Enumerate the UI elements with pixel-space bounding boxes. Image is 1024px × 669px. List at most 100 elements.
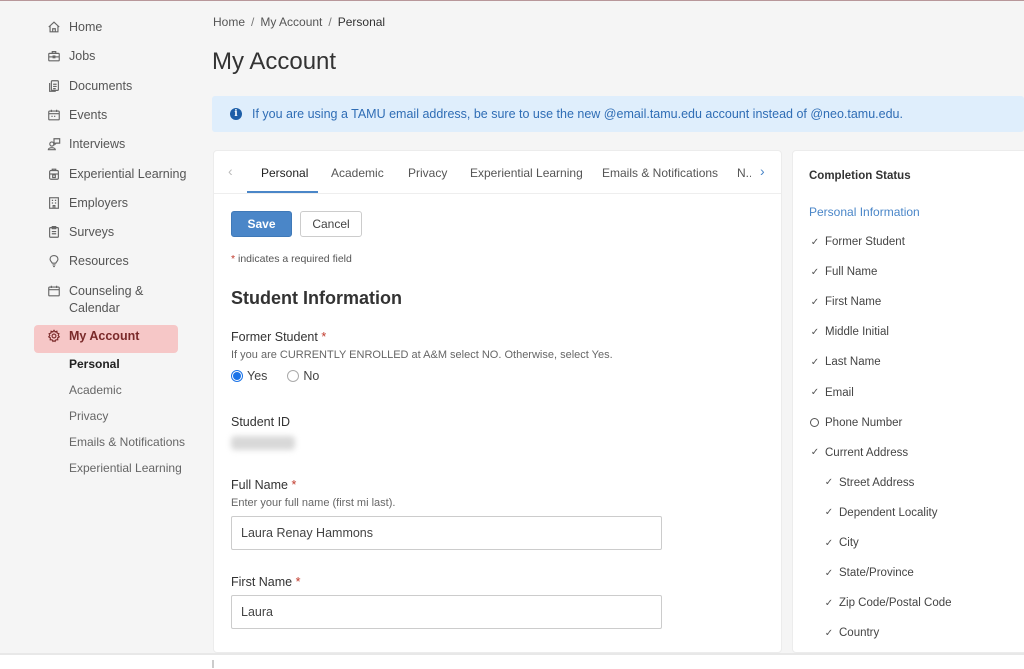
check-icon: ✓ (810, 296, 820, 308)
completion-item-label: Dependent Locality (839, 506, 938, 519)
bottom-bar (0, 653, 1024, 669)
sidebar-subitem-personal[interactable]: Personal (69, 357, 120, 371)
sidebar-item-label: Interviews (69, 137, 126, 151)
check-icon: ✓ (824, 477, 834, 489)
home-icon (46, 19, 62, 35)
briefcase-icon (46, 48, 62, 64)
radio-no[interactable]: No (287, 369, 319, 383)
tab-scroll-right-icon[interactable]: › (760, 163, 765, 179)
sidebar-item-jobs[interactable]: Jobs (46, 48, 95, 65)
active-tab-indicator (247, 191, 318, 193)
check-icon: ✓ (824, 597, 834, 609)
required-star: * (321, 330, 327, 344)
tab-scroll-left-icon[interactable]: ‹ (228, 163, 233, 179)
completion-item-label: Middle Initial (825, 326, 889, 339)
info-alert: i If you are using a TAMU email address,… (212, 96, 1024, 132)
tab-privacy[interactable]: Privacy (408, 166, 447, 180)
sidebar-subitem-experiential-learning[interactable]: Experiential Learning (69, 461, 182, 475)
sidebar-item-surveys[interactable]: Surveys (46, 224, 114, 241)
completion-item-label: State/Province (839, 567, 914, 580)
check-icon: ✓ (824, 567, 834, 579)
tab-more[interactable]: N... (737, 166, 751, 180)
sidebar-item-counseling-calendar[interactable]: Counseling & Calendar (46, 283, 143, 317)
breadcrumb-my-account[interactable]: My Account (260, 15, 322, 29)
check-icon: ✓ (810, 266, 820, 278)
sidebar-item-experiential-learning[interactable]: Experiential Learning (46, 166, 186, 183)
breadcrumb-home[interactable]: Home (213, 15, 245, 29)
calendar-icon (46, 283, 62, 299)
field-label-text: Full Name (231, 478, 288, 492)
completion-item-label: Last Name (825, 356, 881, 369)
completion-item-label: Street Address (839, 476, 915, 489)
sidebar-item-label-wrap: Counseling & Calendar (69, 283, 143, 317)
completion-section-personal-information[interactable]: Personal Information (809, 205, 920, 219)
sidebar-item-interviews[interactable]: Interviews (46, 136, 125, 153)
completion-item-label: Phone Number (825, 416, 903, 429)
tab-academic[interactable]: Academic (331, 166, 384, 180)
sidebar-item-events[interactable]: Events (46, 107, 107, 124)
sidebar-item-home[interactable]: Home (46, 19, 102, 36)
sidebar-item-label: Documents (69, 79, 133, 93)
completion-item: ✓ Full Name (809, 266, 878, 278)
breadcrumb-separator: / (328, 15, 332, 29)
completion-item: ✓ City (823, 537, 859, 549)
sidebar-item-label: My Account (69, 329, 140, 343)
building-icon (46, 195, 62, 211)
completion-item: ✓ Current Address (809, 447, 908, 459)
sidebar-item-my-account[interactable]: My Account (46, 328, 139, 345)
required-note: * indicates a required field (231, 253, 352, 265)
completion-item: ✓ Last Name (809, 356, 881, 368)
cancel-button[interactable]: Cancel (300, 211, 362, 237)
completion-item: ✓ State/Province (823, 567, 914, 579)
check-icon: ✓ (810, 326, 820, 338)
tab-experiential-learning[interactable]: Experiential Learning (470, 166, 583, 180)
sidebar-item-label: Experiential Learning (69, 167, 187, 181)
radio-yes-label: Yes (247, 369, 268, 383)
sidebar-subitem-emails-notifications[interactable]: Emails & Notifications (69, 435, 185, 449)
completion-item-label: City (839, 537, 859, 549)
sidebar-subitem-academic[interactable]: Academic (69, 383, 122, 397)
sidebar-item-label: Surveys (69, 225, 115, 239)
info-icon: i (230, 108, 242, 120)
calendar-icon (46, 107, 62, 123)
tab-emails-notifications[interactable]: Emails & Notifications (602, 166, 718, 180)
radio-yes-button[interactable] (231, 370, 243, 382)
page-title: My Account (212, 48, 337, 75)
radio-no-label: No (303, 369, 320, 383)
check-icon: ✓ (824, 627, 834, 639)
save-button[interactable]: Save (231, 211, 292, 237)
sidebar-item-employers[interactable]: Employers (46, 195, 128, 212)
completion-item: ✓ Email (809, 387, 854, 399)
first-name-input[interactable] (231, 595, 662, 629)
backpack-icon (46, 166, 62, 182)
check-icon: ✓ (810, 356, 820, 368)
radio-no-button[interactable] (287, 370, 300, 382)
tab-bar: ‹ Personal Academic Privacy Experiential… (214, 151, 781, 194)
check-icon: ✓ (824, 537, 834, 549)
breadcrumb: Home / My Account / Personal (213, 15, 385, 29)
tab-personal[interactable]: Personal (261, 166, 308, 180)
section-title: Student Information (231, 288, 402, 308)
sidebar-item-resources[interactable]: Resources (46, 253, 129, 270)
sidebar-item-label: Events (69, 108, 108, 122)
former-student-label: Former Student * (231, 330, 326, 344)
full-name-input[interactable] (231, 516, 662, 550)
required-star: * (295, 575, 301, 589)
sidebar-item-documents[interactable]: Documents (46, 78, 132, 95)
first-name-label: First Name * (231, 575, 300, 589)
sidebar-subitem-privacy[interactable]: Privacy (69, 409, 108, 423)
completion-status-title: Completion Status (809, 170, 911, 182)
sidebar-item-label: Counseling & (69, 284, 144, 298)
check-icon: ✓ (810, 447, 820, 459)
required-note-text: indicates a required field (235, 253, 352, 265)
completion-item: ✓ Former Student (809, 236, 905, 248)
completion-item: ✓ Dependent Locality (823, 506, 938, 519)
student-id-label: Student ID (231, 415, 291, 429)
radio-yes[interactable]: Yes (231, 369, 267, 383)
incomplete-circle-icon (810, 418, 819, 428)
field-label-text: First Name (231, 575, 293, 589)
completion-status-panel: Completion Status Personal Information ✓… (792, 150, 1024, 653)
completion-item-label: First Name (825, 296, 882, 309)
interviews-icon (46, 136, 62, 152)
sidebar-item-label: Employers (69, 196, 129, 210)
